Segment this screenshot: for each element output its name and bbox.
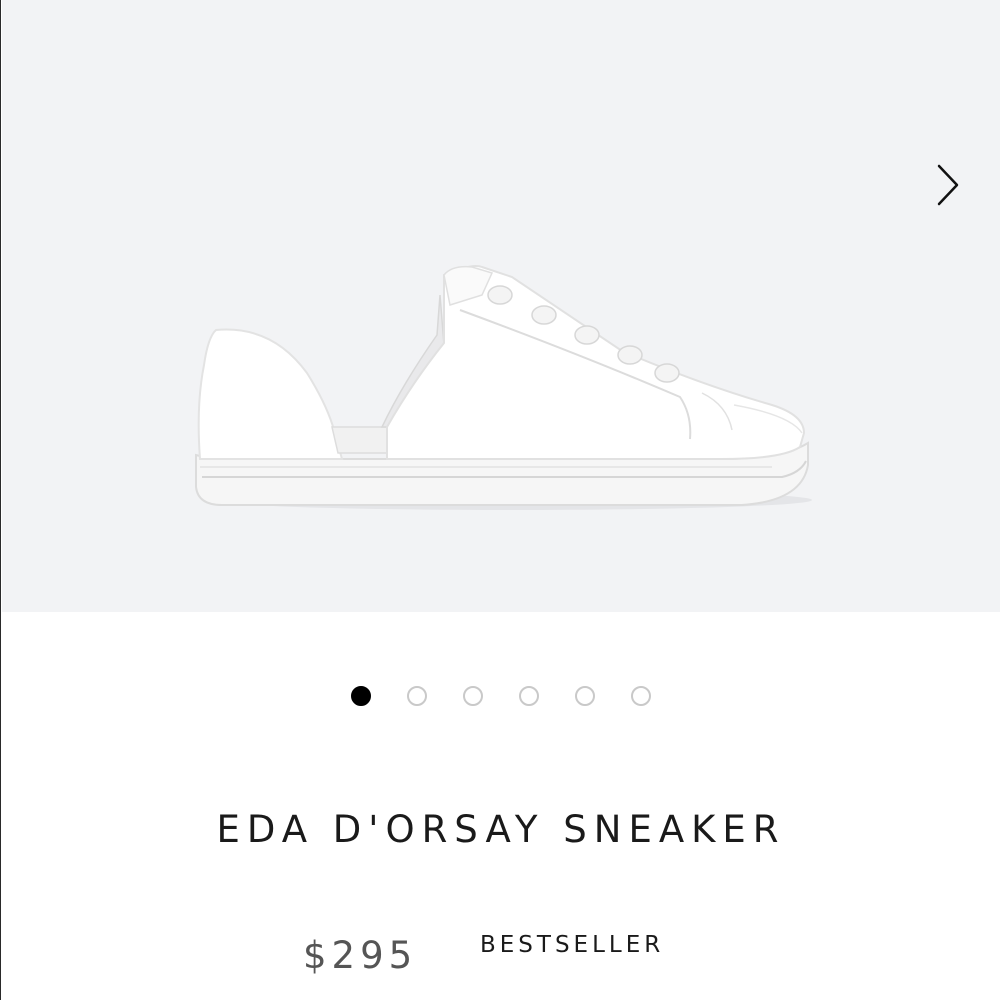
gallery-pagination: [1, 686, 1000, 712]
gallery-dot-1[interactable]: [351, 686, 371, 706]
next-image-button[interactable]: [928, 160, 968, 210]
product-price: $295: [303, 934, 418, 977]
gallery-dot-4[interactable]: [519, 686, 539, 706]
gallery-dot-3[interactable]: [463, 686, 483, 706]
gallery-dot-5[interactable]: [575, 686, 595, 706]
gallery-dot-2[interactable]: [407, 686, 427, 706]
product-page: EDA D'ORSAY SNEAKER $295 BESTSELLER: [0, 0, 1000, 1000]
product-image: [195, 265, 812, 510]
chevron-right-icon: [937, 164, 959, 206]
product-image-gallery[interactable]: [2, 0, 1000, 612]
product-title: EDA D'ORSAY SNEAKER: [216, 808, 786, 851]
gallery-dot-6[interactable]: [631, 686, 651, 706]
bestseller-badge: BESTSELLER: [480, 932, 665, 958]
